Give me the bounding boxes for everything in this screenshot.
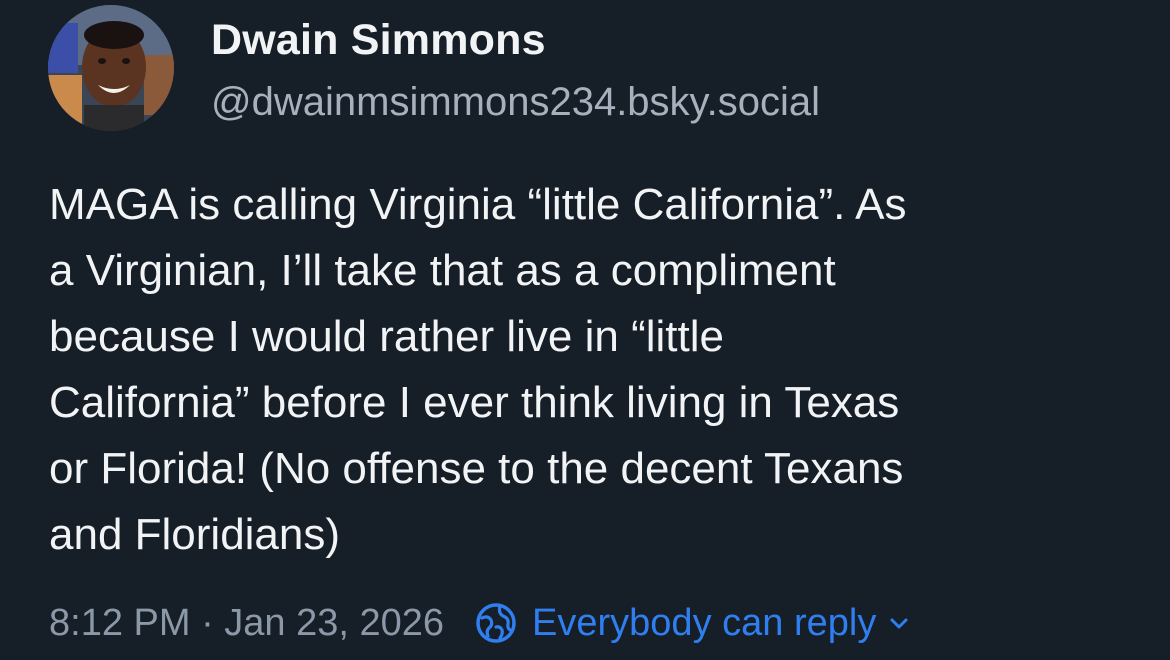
author-display-name[interactable]: Dwain Simmons [211,14,546,66]
post-text: MAGA is calling Virginia “little Califor… [49,180,907,559]
post-meta: 8:12 PM · Jan 23, 2026 Everybody can rep… [49,598,910,648]
chevron-down-icon [890,618,908,629]
avatar-photo [48,5,174,131]
avatar[interactable] [48,5,174,131]
reply-setting-button[interactable]: Everybody can reply [474,598,910,648]
author-handle[interactable]: @dwainmsimmons234.bsky.social [211,78,820,126]
globe-icon [476,603,516,643]
post-card: Dwain Simmons @dwainmsimmons234.bsky.soc… [0,0,1170,660]
post-timestamp[interactable]: 8:12 PM · Jan 23, 2026 [49,598,444,648]
reply-setting-label: Everybody can reply [532,602,877,644]
